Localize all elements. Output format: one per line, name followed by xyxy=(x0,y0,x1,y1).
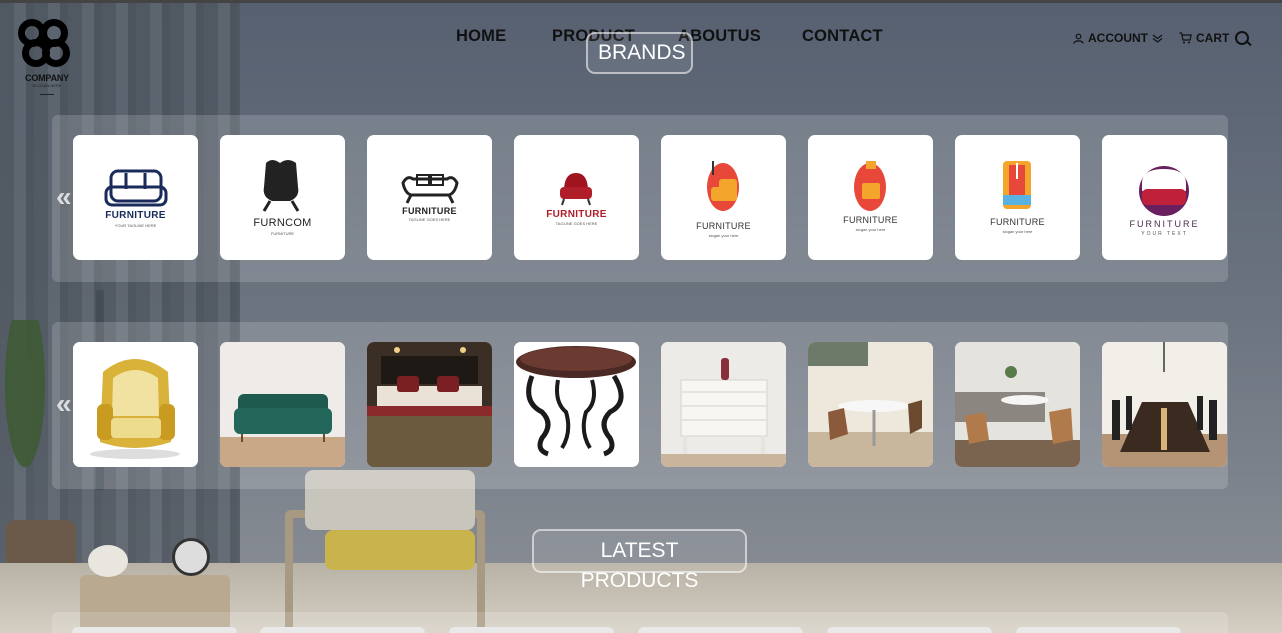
product-card[interactable] xyxy=(808,342,933,467)
brands-next-arrow[interactable]: » xyxy=(1208,183,1224,211)
product-card[interactable] xyxy=(220,342,345,467)
logo-name: COMPANY xyxy=(25,73,69,83)
brand-name: FURNCOM xyxy=(253,217,312,229)
brand-sub: TAGLINE GOES HERE xyxy=(555,221,598,226)
orange-chair-lamp-icon xyxy=(707,161,739,211)
latest-product-card[interactable] xyxy=(638,627,803,633)
company-logo[interactable]: COMPANY SLOGAN HERE xyxy=(18,17,76,101)
background-vase xyxy=(88,545,128,577)
cart-label: CART xyxy=(1196,31,1230,45)
latest-product-card[interactable] xyxy=(449,627,614,633)
red-cabinet-icon xyxy=(854,161,886,211)
user-icon xyxy=(1073,33,1084,44)
brand-card[interactable]: FURNITURE slogan your here xyxy=(955,135,1080,260)
cart-icon xyxy=(1179,32,1192,44)
product-card[interactable] xyxy=(955,342,1080,467)
product-card[interactable] xyxy=(514,342,639,467)
bedroom-bed-icon xyxy=(367,342,492,467)
search-icon[interactable] xyxy=(1234,30,1252,48)
brand-name: FURNITURE xyxy=(402,206,457,216)
top-border xyxy=(0,0,1282,3)
brand-sub: TAGLINE GOES HERE xyxy=(408,217,451,222)
nav-contact[interactable]: CONTACT xyxy=(802,27,883,46)
background-clock xyxy=(172,538,210,576)
living-room-icon xyxy=(955,342,1080,467)
brand-sub: slogan your here xyxy=(855,227,886,232)
chevron-down-icon xyxy=(1152,34,1163,43)
logo-tagline: SLOGAN HERE xyxy=(32,83,62,88)
product-card[interactable] xyxy=(73,342,198,467)
red-armchair-icon xyxy=(560,173,592,206)
lamp-chairs-icon xyxy=(1003,161,1031,209)
logo-divider xyxy=(40,94,54,95)
brand-sub: YOUR TEXT xyxy=(1141,231,1188,237)
sofa-outline-icon xyxy=(104,169,168,207)
brands-carousel: FURNITURE YOUR TAGLINE HERE FURNCOM FURN… xyxy=(52,115,1228,282)
background-armchair xyxy=(265,470,495,633)
logo-mark-icon xyxy=(18,17,72,71)
brands-prev-arrow[interactable]: « xyxy=(56,183,72,211)
latest-products-carousel xyxy=(52,612,1228,633)
brand-name: FURNITURE xyxy=(1129,219,1200,229)
brand-card[interactable]: FURNITURE TAGLINE GOES HERE xyxy=(514,135,639,260)
brand-sub: slogan your here xyxy=(1002,229,1033,234)
brand-sub: FURNITURE xyxy=(270,231,295,236)
brand-name: FURNITURE xyxy=(843,215,898,225)
account-label: ACCOUNT xyxy=(1088,31,1148,45)
account-menu[interactable]: ACCOUNT xyxy=(1073,31,1163,45)
product-card[interactable] xyxy=(367,342,492,467)
brand-sub: YOUR TAGLINE HERE xyxy=(114,223,157,228)
brand-name: FURNITURE xyxy=(696,221,751,231)
brand-card[interactable]: FURNCOM FURNITURE xyxy=(220,135,345,260)
brand-card[interactable]: FURNITURE slogan your here xyxy=(808,135,933,260)
brands-title: BRANDS xyxy=(586,32,693,74)
brand-card[interactable]: FURNITURE YOUR TAGLINE HERE xyxy=(73,135,198,260)
white-dresser-icon xyxy=(661,342,786,467)
nav-home[interactable]: HOME xyxy=(456,27,506,46)
brand-name: FURNITURE xyxy=(105,210,166,221)
products-prev-arrow[interactable]: « xyxy=(56,390,72,418)
background-plant xyxy=(0,320,60,530)
latest-product-card[interactable] xyxy=(1016,627,1181,633)
long-dining-table-icon xyxy=(1102,342,1227,467)
products-carousel: « xyxy=(52,322,1228,489)
latest-product-card[interactable] xyxy=(260,627,425,633)
brand-sub: slogan your here xyxy=(708,233,739,238)
bench-icon xyxy=(401,174,459,204)
green-velvet-sofa-icon xyxy=(220,342,345,467)
cart-link[interactable]: CART xyxy=(1179,31,1229,45)
latest-product-card[interactable] xyxy=(72,627,237,633)
brand-card[interactable]: FURNITURE slogan your here xyxy=(661,135,786,260)
brand-name: FURNITURE xyxy=(546,209,607,220)
latest-product-card[interactable] xyxy=(827,627,992,633)
brand-name: FURNITURE xyxy=(990,217,1045,227)
latest-products-title: LATEST PRODUCTS xyxy=(532,529,747,592)
golden-throne-chair-icon xyxy=(73,342,198,467)
dining-set-icon xyxy=(808,342,933,467)
product-card[interactable] xyxy=(1102,342,1227,467)
chair-silhouette-icon xyxy=(262,160,300,212)
product-card[interactable] xyxy=(661,342,786,467)
brand-card[interactable]: FURNITURE TAGLINE GOES HERE xyxy=(367,135,492,260)
wrought-iron-table-icon xyxy=(514,342,639,467)
